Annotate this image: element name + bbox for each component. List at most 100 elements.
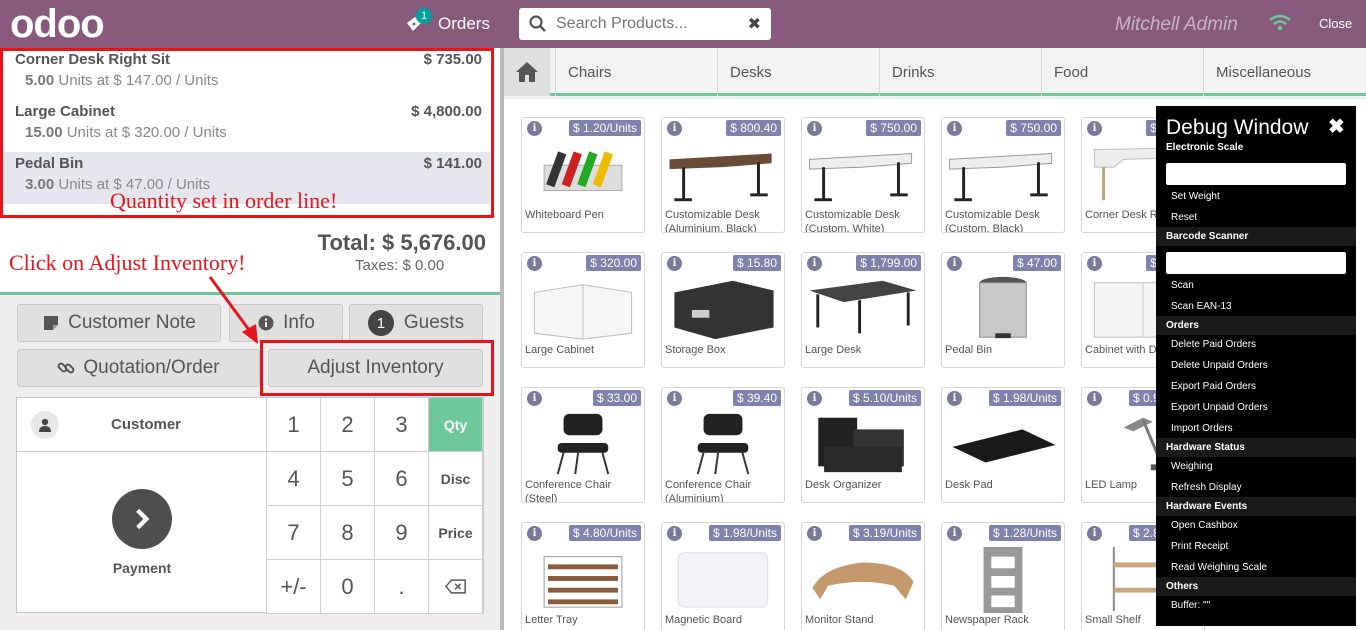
quotation-order-button[interactable]: Quotation/Order: [17, 349, 260, 387]
home-category-button[interactable]: [504, 48, 550, 96]
info-icon[interactable]: i: [1087, 526, 1102, 541]
import-orders-button[interactable]: Import Orders: [1171, 423, 1233, 434]
product-card[interactable]: i $ 47.00 Pedal Bin: [941, 252, 1065, 368]
export-unpaid-orders-button[interactable]: Export Unpaid Orders: [1171, 402, 1268, 413]
info-icon[interactable]: i: [527, 256, 542, 271]
close-icon[interactable]: ✖: [1328, 114, 1345, 139]
category-desks[interactable]: Desks: [717, 48, 879, 96]
numpad-key-4[interactable]: 4: [267, 452, 321, 506]
info-icon[interactable]: i: [807, 526, 822, 541]
read-weighing-scale-button[interactable]: Read Weighing Scale: [1171, 562, 1267, 573]
export-paid-orders-button[interactable]: Export Paid Orders: [1171, 381, 1256, 392]
backspace-button[interactable]: [429, 560, 483, 614]
product-search[interactable]: ✖: [519, 8, 771, 40]
info-icon[interactable]: i: [667, 256, 682, 271]
product-price: $ 750.00: [1006, 120, 1061, 136]
product-price: $ 1.98/Units: [708, 525, 781, 541]
product-card[interactable]: i $ 33.00 Conference Chair (Steel): [521, 387, 645, 503]
set-weight-button[interactable]: Set Weight: [1171, 191, 1220, 202]
product-card[interactable]: i $ 1.28/Units Newspaper Rack: [941, 522, 1065, 630]
numpad-key-5[interactable]: 5: [321, 452, 375, 506]
delete-unpaid-orders-button[interactable]: Delete Unpaid Orders: [1171, 360, 1268, 371]
info-icon[interactable]: i: [527, 391, 542, 406]
info-icon[interactable]: i: [1087, 256, 1102, 271]
open-cashbox-button[interactable]: Open Cashbox: [1171, 520, 1238, 531]
numpad-key-8[interactable]: 8: [321, 506, 375, 560]
category-chairs[interactable]: Chairs: [555, 48, 717, 96]
product-card[interactable]: i $ 39.40 Conference Chair (Aluminium): [661, 387, 785, 503]
product-card[interactable]: i $ 750.00 Customizable Desk (Custom, Blac…: [941, 117, 1065, 233]
product-card[interactable]: i $ 5.10/Units Desk Organizer: [801, 387, 925, 503]
weighing-status[interactable]: Weighing: [1171, 461, 1213, 472]
scan-button[interactable]: Scan: [1171, 280, 1194, 291]
close-button[interactable]: Close: [1319, 16, 1352, 31]
info-icon[interactable]: i: [947, 256, 962, 271]
product-price: $ 1,799.00: [856, 255, 921, 271]
numpad-key-9[interactable]: 9: [375, 506, 429, 560]
desk-white-icon: [809, 153, 913, 202]
category-miscellaneous[interactable]: Miscellaneous: [1203, 48, 1366, 96]
info-icon[interactable]: i: [947, 121, 962, 136]
barcode-input[interactable]: [1166, 252, 1346, 274]
home-icon: [516, 62, 538, 82]
reset-button[interactable]: Reset: [1171, 212, 1197, 223]
info-icon[interactable]: i: [947, 391, 962, 406]
price-mode-button[interactable]: Price: [429, 506, 483, 560]
product-card[interactable]: i $ 3.19/Units Monitor Stand: [801, 522, 925, 630]
category-drinks[interactable]: Drinks: [879, 48, 1041, 96]
orders-button[interactable]: 1 Orders: [404, 8, 490, 38]
info-icon[interactable]: i: [947, 526, 962, 541]
product-card[interactable]: i $ 1.98/Units Desk Pad: [941, 387, 1065, 503]
customer-note-button[interactable]: Customer Note: [17, 304, 221, 342]
payment-button[interactable]: Payment: [17, 452, 267, 614]
numpad-key-7[interactable]: 7: [267, 506, 321, 560]
product-card[interactable]: i $ 800.40 Customizable Desk (Aluminium, B…: [661, 117, 785, 233]
qty-mode-button[interactable]: Qty: [429, 398, 483, 452]
customer-note-label: Customer Note: [68, 312, 196, 333]
numpad-key-3[interactable]: 3: [375, 398, 429, 452]
numpad-key-0[interactable]: 0: [321, 560, 375, 614]
info-icon[interactable]: i: [527, 121, 542, 136]
product-card[interactable]: i $ 1.20/Units Whiteboard Pen: [521, 117, 645, 233]
chevron-right-icon: [112, 489, 172, 549]
buffer-value: Buffer: "": [1171, 600, 1211, 611]
product-card[interactable]: i $ 1.98/Units Magnetic Board: [661, 522, 785, 630]
numpad-key-plus-minus[interactable]: +/-: [267, 560, 321, 614]
info-label: Info: [283, 312, 315, 333]
info-icon[interactable]: i: [527, 526, 542, 541]
ticket-icon: 1: [404, 8, 432, 34]
print-receipt-button[interactable]: Print Receipt: [1171, 541, 1228, 552]
product-card[interactable]: i $ 750.00 Customizable Desk (Custom, Whit…: [801, 117, 925, 233]
info-icon[interactable]: i: [1087, 121, 1102, 136]
disc-mode-button[interactable]: Disc: [429, 452, 483, 506]
numpad-key-1[interactable]: 1: [267, 398, 321, 452]
customer-button[interactable]: Customer: [17, 398, 267, 452]
info-icon[interactable]: i: [807, 121, 822, 136]
info-icon[interactable]: i: [807, 256, 822, 271]
section-hardware-status: Hardware Status: [1156, 438, 1356, 457]
weight-input[interactable]: [1166, 163, 1346, 185]
category-food[interactable]: Food: [1041, 48, 1203, 96]
info-icon[interactable]: i: [667, 121, 682, 136]
product-card[interactable]: i $ 4.80/Units Letter Tray: [521, 522, 645, 630]
delete-paid-orders-button[interactable]: Delete Paid Orders: [1171, 339, 1256, 350]
product-price: $ 47.00: [1012, 255, 1061, 271]
info-icon[interactable]: i: [667, 526, 682, 541]
numpad-key-2[interactable]: 2: [321, 398, 375, 452]
info-icon[interactable]: i: [807, 391, 822, 406]
product-card[interactable]: i $ 1,799.00 Large Desk: [801, 252, 925, 368]
info-icon[interactable]: i: [667, 391, 682, 406]
clear-search-icon[interactable]: ✖: [748, 14, 761, 34]
monitor-stand-icon: [812, 562, 914, 600]
info-icon[interactable]: i: [1087, 391, 1102, 406]
chair-icon: [556, 413, 610, 475]
numpad-key-6[interactable]: 6: [375, 452, 429, 506]
avatar-icon: [31, 410, 59, 439]
scan-ean13-button[interactable]: Scan EAN-13: [1171, 301, 1232, 312]
refresh-display-button[interactable]: Refresh Display: [1171, 482, 1242, 493]
search-input[interactable]: [556, 15, 741, 33]
numpad-key-dot[interactable]: .: [375, 560, 429, 614]
guests-button[interactable]: 1 Guests: [349, 304, 483, 342]
product-card[interactable]: i $ 15.80 Storage Box: [661, 252, 785, 368]
product-card[interactable]: i $ 320.00 Large Cabinet: [521, 252, 645, 368]
